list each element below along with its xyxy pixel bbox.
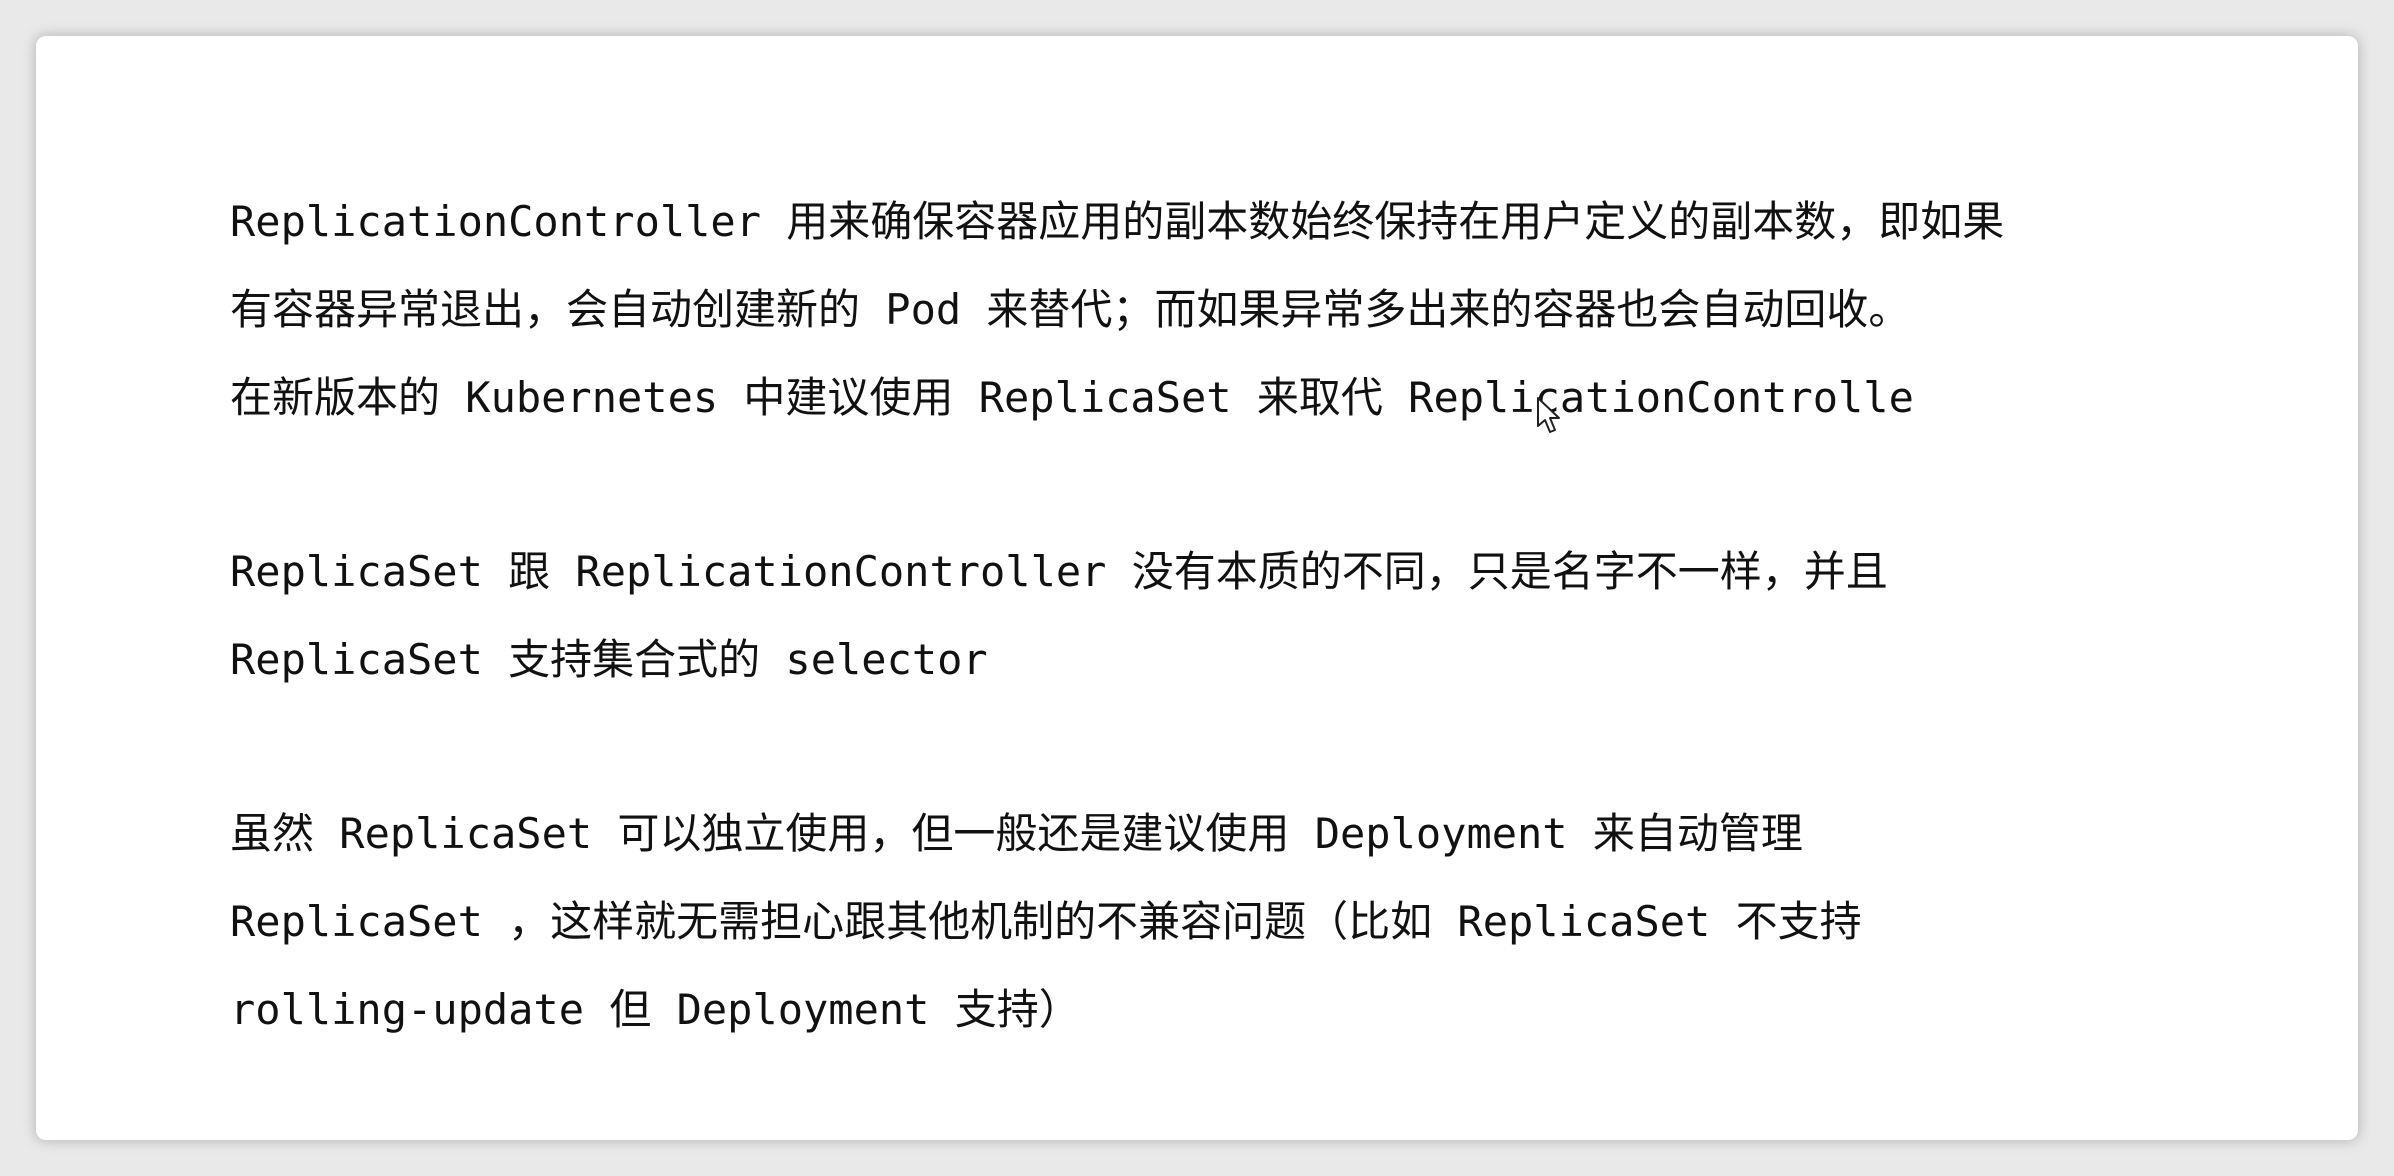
- text-line: ReplicationController 用来确保容器应用的副本数始终保持在用…: [230, 197, 2005, 246]
- text-line: 有容器异常退出，会自动创建新的 Pod 来替代；而如果异常多出来的容器也会自动回…: [230, 285, 1911, 334]
- text-line: rolling-update 但 Deployment 支持）: [230, 985, 1081, 1034]
- mouse-pointer-icon: [1537, 397, 1560, 433]
- document-body: ReplicationController 用来确保容器应用的副本数始终保持在用…: [230, 178, 2230, 1054]
- text-line: ReplicaSet ，这样就无需担心跟其他机制的不兼容问题（比如 Replic…: [230, 897, 1862, 946]
- paragraph-deployment: 虽然 ReplicaSet 可以独立使用，但一般还是建议使用 Deploymen…: [230, 790, 2230, 1054]
- paragraph-replication-controller: ReplicationController 用来确保容器应用的副本数始终保持在用…: [230, 178, 2230, 442]
- text-line: ReplicaSet 支持集合式的 selector: [230, 635, 988, 684]
- paragraph-replicaset: ReplicaSet 跟 ReplicationController 没有本质的…: [230, 528, 2230, 704]
- document-card: ReplicationController 用来确保容器应用的副本数始终保持在用…: [36, 36, 2358, 1140]
- text-line: 在新版本的 Kubernetes 中建议使用 ReplicaSet 来取代 Re…: [230, 373, 1914, 422]
- text-line: ReplicaSet 跟 ReplicationController 没有本质的…: [230, 547, 1888, 596]
- text-line: 虽然 ReplicaSet 可以独立使用，但一般还是建议使用 Deploymen…: [230, 809, 1803, 858]
